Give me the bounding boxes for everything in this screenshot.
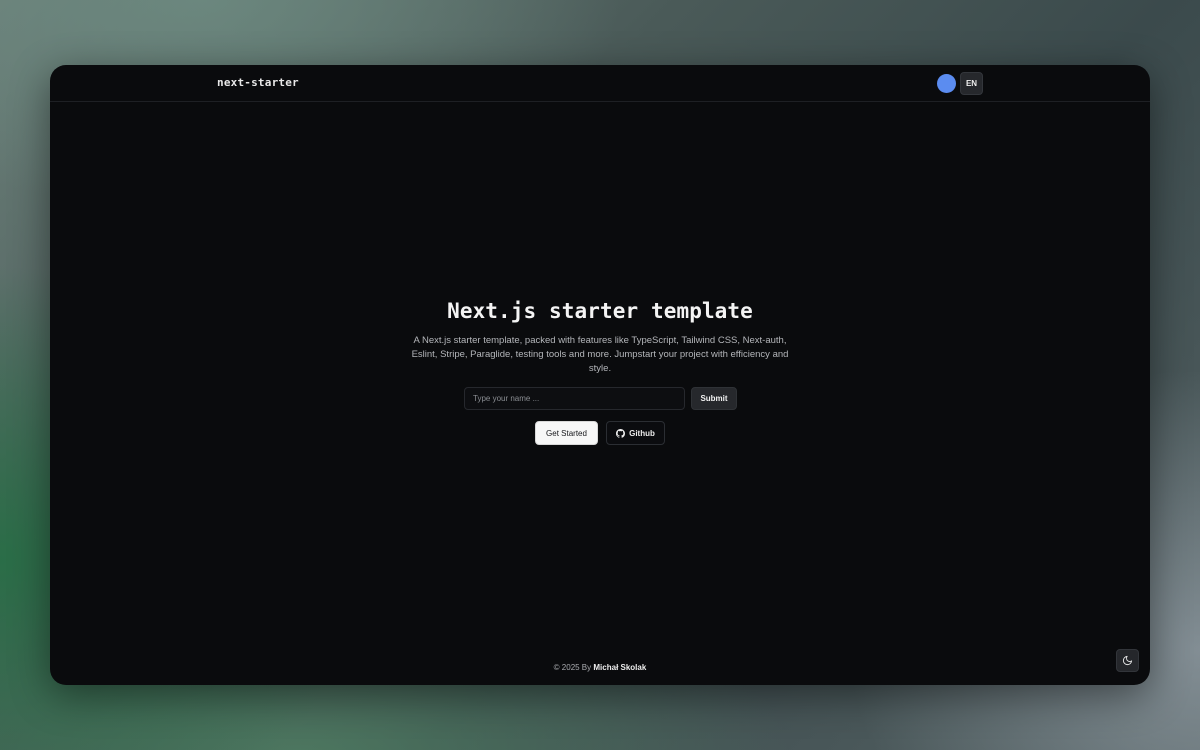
name-input[interactable] [464,387,685,410]
hero-title: Next.js starter template [447,299,753,323]
site-header: next-starter EN [50,65,1150,102]
hero-description: A Next.js starter template, packed with … [411,335,789,374]
name-form: Submit [464,387,737,410]
app-window: next-starter EN Next.js starter template… [50,65,1150,685]
cta-buttons: Get Started Github [535,421,665,445]
github-icon [616,428,626,438]
site-footer: © 2025 By Michał Skolak [50,663,1150,672]
get-started-button[interactable]: Get Started [535,421,598,445]
footer-author: Michał Skolak [593,663,647,672]
language-switcher-button[interactable]: EN [960,72,983,95]
moon-icon [1122,655,1133,666]
footer-copyright: © 2025 By [553,663,592,672]
github-button[interactable]: Github [606,421,665,445]
user-avatar[interactable] [937,74,956,93]
github-button-label: Github [629,428,655,438]
hero-section: Next.js starter template A Next.js start… [50,299,1150,376]
submit-button[interactable]: Submit [691,387,737,410]
brand-logo-link[interactable]: next-starter [217,76,299,89]
theme-toggle-button[interactable] [1116,649,1139,672]
